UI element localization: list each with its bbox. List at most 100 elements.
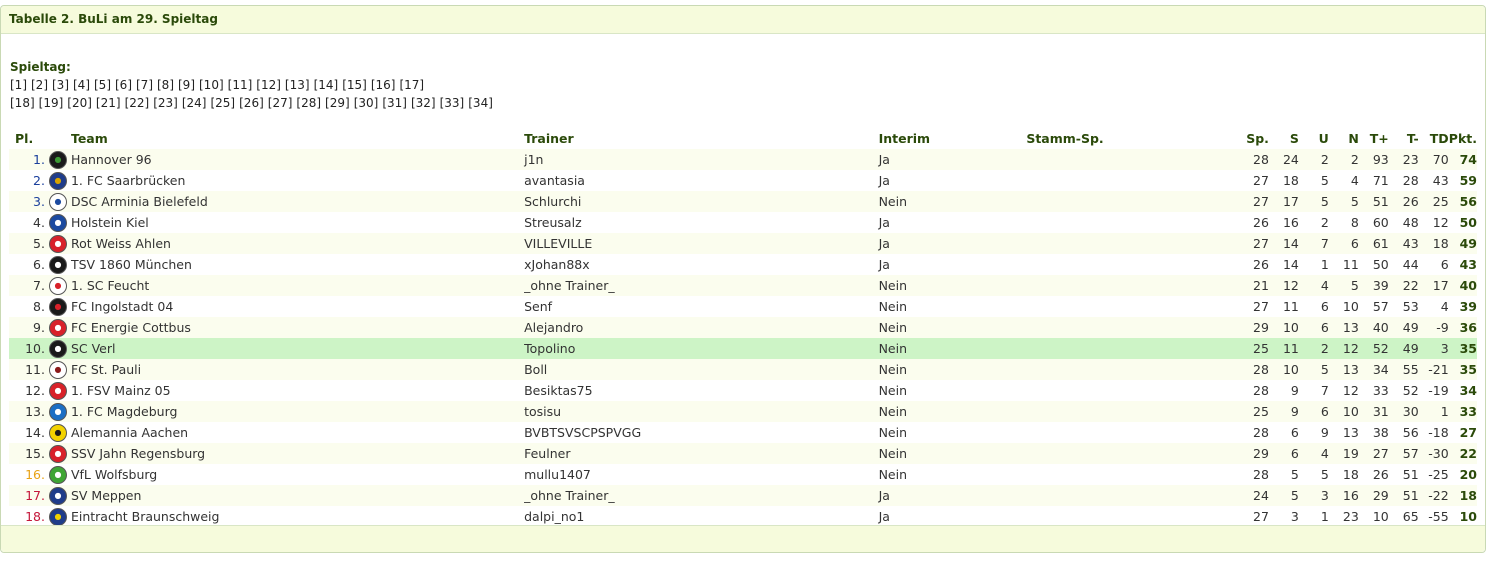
- header-n[interactable]: N: [1329, 128, 1358, 149]
- cell-team[interactable]: VfL Wolfsburg: [70, 464, 525, 485]
- cell-trainer[interactable]: Alejandro: [524, 317, 879, 338]
- header-team[interactable]: Team: [71, 128, 524, 149]
- matchday-link[interactable]: [7]: [136, 78, 153, 92]
- cell-trainer[interactable]: BVBTSVSCPSPVGG: [524, 422, 879, 443]
- matchday-link[interactable]: [18]: [10, 96, 35, 110]
- table-row[interactable]: 14. ● Alemannia Aachen BVBTSVSCPSPVGG Nein 28…: [9, 422, 1477, 443]
- cell-team[interactable]: DSC Arminia Bielefeld: [70, 191, 525, 212]
- cell-team[interactable]: Hannover 96: [70, 149, 525, 170]
- matchday-link[interactable]: [10]: [199, 78, 224, 92]
- table-row[interactable]: 8. ● FC Ingolstadt 04 Senf Nein 27 11 6 10 57 53 4 3…: [9, 296, 1477, 317]
- cell-team[interactable]: Rot Weiss Ahlen: [70, 233, 525, 254]
- matchday-link[interactable]: [21]: [96, 96, 121, 110]
- matchday-link[interactable]: [16]: [371, 78, 396, 92]
- matchday-link[interactable]: [34]: [468, 96, 493, 110]
- cell-team[interactable]: 1. FC Magdeburg: [70, 401, 525, 422]
- matchday-link[interactable]: [17]: [399, 78, 424, 92]
- header-pl[interactable]: Pl.: [9, 128, 49, 149]
- cell-trainer[interactable]: _ohne Trainer_: [524, 485, 879, 506]
- matchday-link[interactable]: [3]: [52, 78, 69, 92]
- header-sp[interactable]: Sp.: [1239, 128, 1269, 149]
- matchday-link[interactable]: [26]: [239, 96, 264, 110]
- cell-trainer[interactable]: Feulner: [524, 443, 879, 464]
- matchday-link[interactable]: [32]: [411, 96, 436, 110]
- table-row[interactable]: 17. ● SV Meppen _ohne Trainer_ Ja 24 5 3 16 29 51-…: [9, 485, 1477, 506]
- table-row[interactable]: 7. ● 1. SC Feucht _ohne Trainer_ Nein 21 12 4 5 3…: [9, 275, 1477, 296]
- header-pkt[interactable]: Pkt.: [1449, 128, 1477, 149]
- table-row[interactable]: 4. ● Holstein Kiel Streusalz Ja 26 16 2 8 60 48 12 5…: [9, 212, 1477, 233]
- table-row[interactable]: 10. ● SC Verl Topolino Nein 25 11 2 12 52 49 3 35: [9, 338, 1477, 359]
- header-stamm[interactable]: Stamm-Sp.: [1026, 128, 1239, 149]
- table-row[interactable]: 3. ● DSC Arminia Bielefeld Schlurchi Nein 27 1…: [9, 191, 1477, 212]
- table-row[interactable]: 5. ● Rot Weiss Ahlen VILLEVILLE Ja 27 14 7 6 61 43…: [9, 233, 1477, 254]
- matchday-link[interactable]: [30]: [354, 96, 379, 110]
- cell-trainer[interactable]: Senf: [524, 296, 879, 317]
- table-row[interactable]: 11. ● FC St. Pauli Boll Nein 28 10 5 13 34 55 -21 35: [9, 359, 1477, 380]
- cell-team[interactable]: SC Verl: [70, 338, 525, 359]
- cell-team[interactable]: FC Energie Cottbus: [70, 317, 525, 338]
- cell-team[interactable]: FC Ingolstadt 04: [70, 296, 525, 317]
- matchday-link[interactable]: [15]: [342, 78, 367, 92]
- matchday-link[interactable]: [19]: [39, 96, 64, 110]
- header-interim[interactable]: Interim: [879, 128, 1027, 149]
- cell-trainer[interactable]: Schlurchi: [524, 191, 879, 212]
- matchday-link[interactable]: [5]: [94, 78, 111, 92]
- table-row[interactable]: 15. ● SSV Jahn Regensburg Feulner Nein 29 6 4 19…: [9, 443, 1477, 464]
- cell-trainer[interactable]: avantasia: [524, 170, 879, 191]
- matchday-link[interactable]: [22]: [125, 96, 150, 110]
- matchday-link[interactable]: [29]: [325, 96, 350, 110]
- cell-team[interactable]: TSV 1860 München: [70, 254, 525, 275]
- cell-trainer[interactable]: Boll: [524, 359, 879, 380]
- matchday-link[interactable]: [27]: [268, 96, 293, 110]
- matchday-link[interactable]: [2]: [31, 78, 48, 92]
- cell-team[interactable]: 1. FSV Mainz 05: [70, 380, 525, 401]
- cell-trainer[interactable]: Streusalz: [524, 212, 879, 233]
- cell-team[interactable]: SV Meppen: [70, 485, 525, 506]
- cell-team[interactable]: SSV Jahn Regensburg: [70, 443, 525, 464]
- cell-trainer[interactable]: tosisu: [524, 401, 879, 422]
- matchday-link[interactable]: [28]: [296, 96, 321, 110]
- matchday-link[interactable]: [8]: [157, 78, 174, 92]
- cell-team[interactable]: Holstein Kiel: [70, 212, 525, 233]
- table-row[interactable]: 16. ● VfL Wolfsburg mullu1407 Nein 28 5 5 18 26 51…: [9, 464, 1477, 485]
- cell-team[interactable]: 1. FC Saarbrücken: [70, 170, 525, 191]
- matchday-link[interactable]: [14]: [314, 78, 339, 92]
- cell-trainer[interactable]: mullu1407: [524, 464, 879, 485]
- matchday-link[interactable]: [31]: [382, 96, 407, 110]
- matchday-link[interactable]: [13]: [285, 78, 310, 92]
- cell-trainer[interactable]: VILLEVILLE: [524, 233, 879, 254]
- header-s[interactable]: S: [1269, 128, 1299, 149]
- matchday-link[interactable]: [20]: [67, 96, 92, 110]
- matchday-link[interactable]: [33]: [440, 96, 465, 110]
- cell-trainer[interactable]: xJohan88x: [524, 254, 879, 275]
- matchday-link[interactable]: [9]: [178, 78, 195, 92]
- header-td[interactable]: TD: [1419, 128, 1449, 149]
- cell-team[interactable]: Alemannia Aachen: [70, 422, 525, 443]
- cell-team[interactable]: Eintracht Braunschweig: [70, 506, 525, 527]
- matchday-link[interactable]: [23]: [153, 96, 178, 110]
- header-tplus[interactable]: T+: [1359, 128, 1389, 149]
- matchday-link[interactable]: [12]: [256, 78, 281, 92]
- table-row[interactable]: 12. ● 1. FSV Mainz 05 Besiktas75 Nein 28 9 7 12 3…: [9, 380, 1477, 401]
- matchday-link[interactable]: [25]: [210, 96, 235, 110]
- table-row[interactable]: 1. ● Hannover 96 j1n Ja 28 24 2 2 93 23 70 74: [9, 149, 1477, 170]
- table-row[interactable]: 6. ● TSV 1860 München xJohan88x Ja 26 14 1 11 50 4…: [9, 254, 1477, 275]
- matchday-link[interactable]: [6]: [115, 78, 132, 92]
- matchday-link[interactable]: [4]: [73, 78, 90, 92]
- table-row[interactable]: 2. ● 1. FC Saarbrücken avantasia Ja 27 18 5 4 71 2…: [9, 170, 1477, 191]
- cell-trainer[interactable]: j1n: [524, 149, 879, 170]
- header-tminus[interactable]: T-: [1389, 128, 1419, 149]
- cell-trainer[interactable]: _ohne Trainer_: [524, 275, 879, 296]
- matchday-link[interactable]: [11]: [228, 78, 253, 92]
- cell-trainer[interactable]: Besiktas75: [524, 380, 879, 401]
- table-row[interactable]: 13. ● 1. FC Magdeburg tosisu Nein 25 9 6 10 31 30 1…: [9, 401, 1477, 422]
- cell-team[interactable]: 1. SC Feucht: [70, 275, 525, 296]
- matchday-link[interactable]: [24]: [182, 96, 207, 110]
- cell-team[interactable]: FC St. Pauli: [70, 359, 525, 380]
- table-row[interactable]: 9. ● FC Energie Cottbus Alejandro Nein 29 10 6 1…: [9, 317, 1477, 338]
- header-trainer[interactable]: Trainer: [524, 128, 878, 149]
- cell-trainer[interactable]: dalpi_no1: [524, 506, 879, 527]
- header-u[interactable]: U: [1299, 128, 1329, 149]
- table-row[interactable]: 18. ● Eintracht Braunschweig dalpi_no1 Ja 27 3…: [9, 506, 1477, 527]
- cell-trainer[interactable]: Topolino: [524, 338, 879, 359]
